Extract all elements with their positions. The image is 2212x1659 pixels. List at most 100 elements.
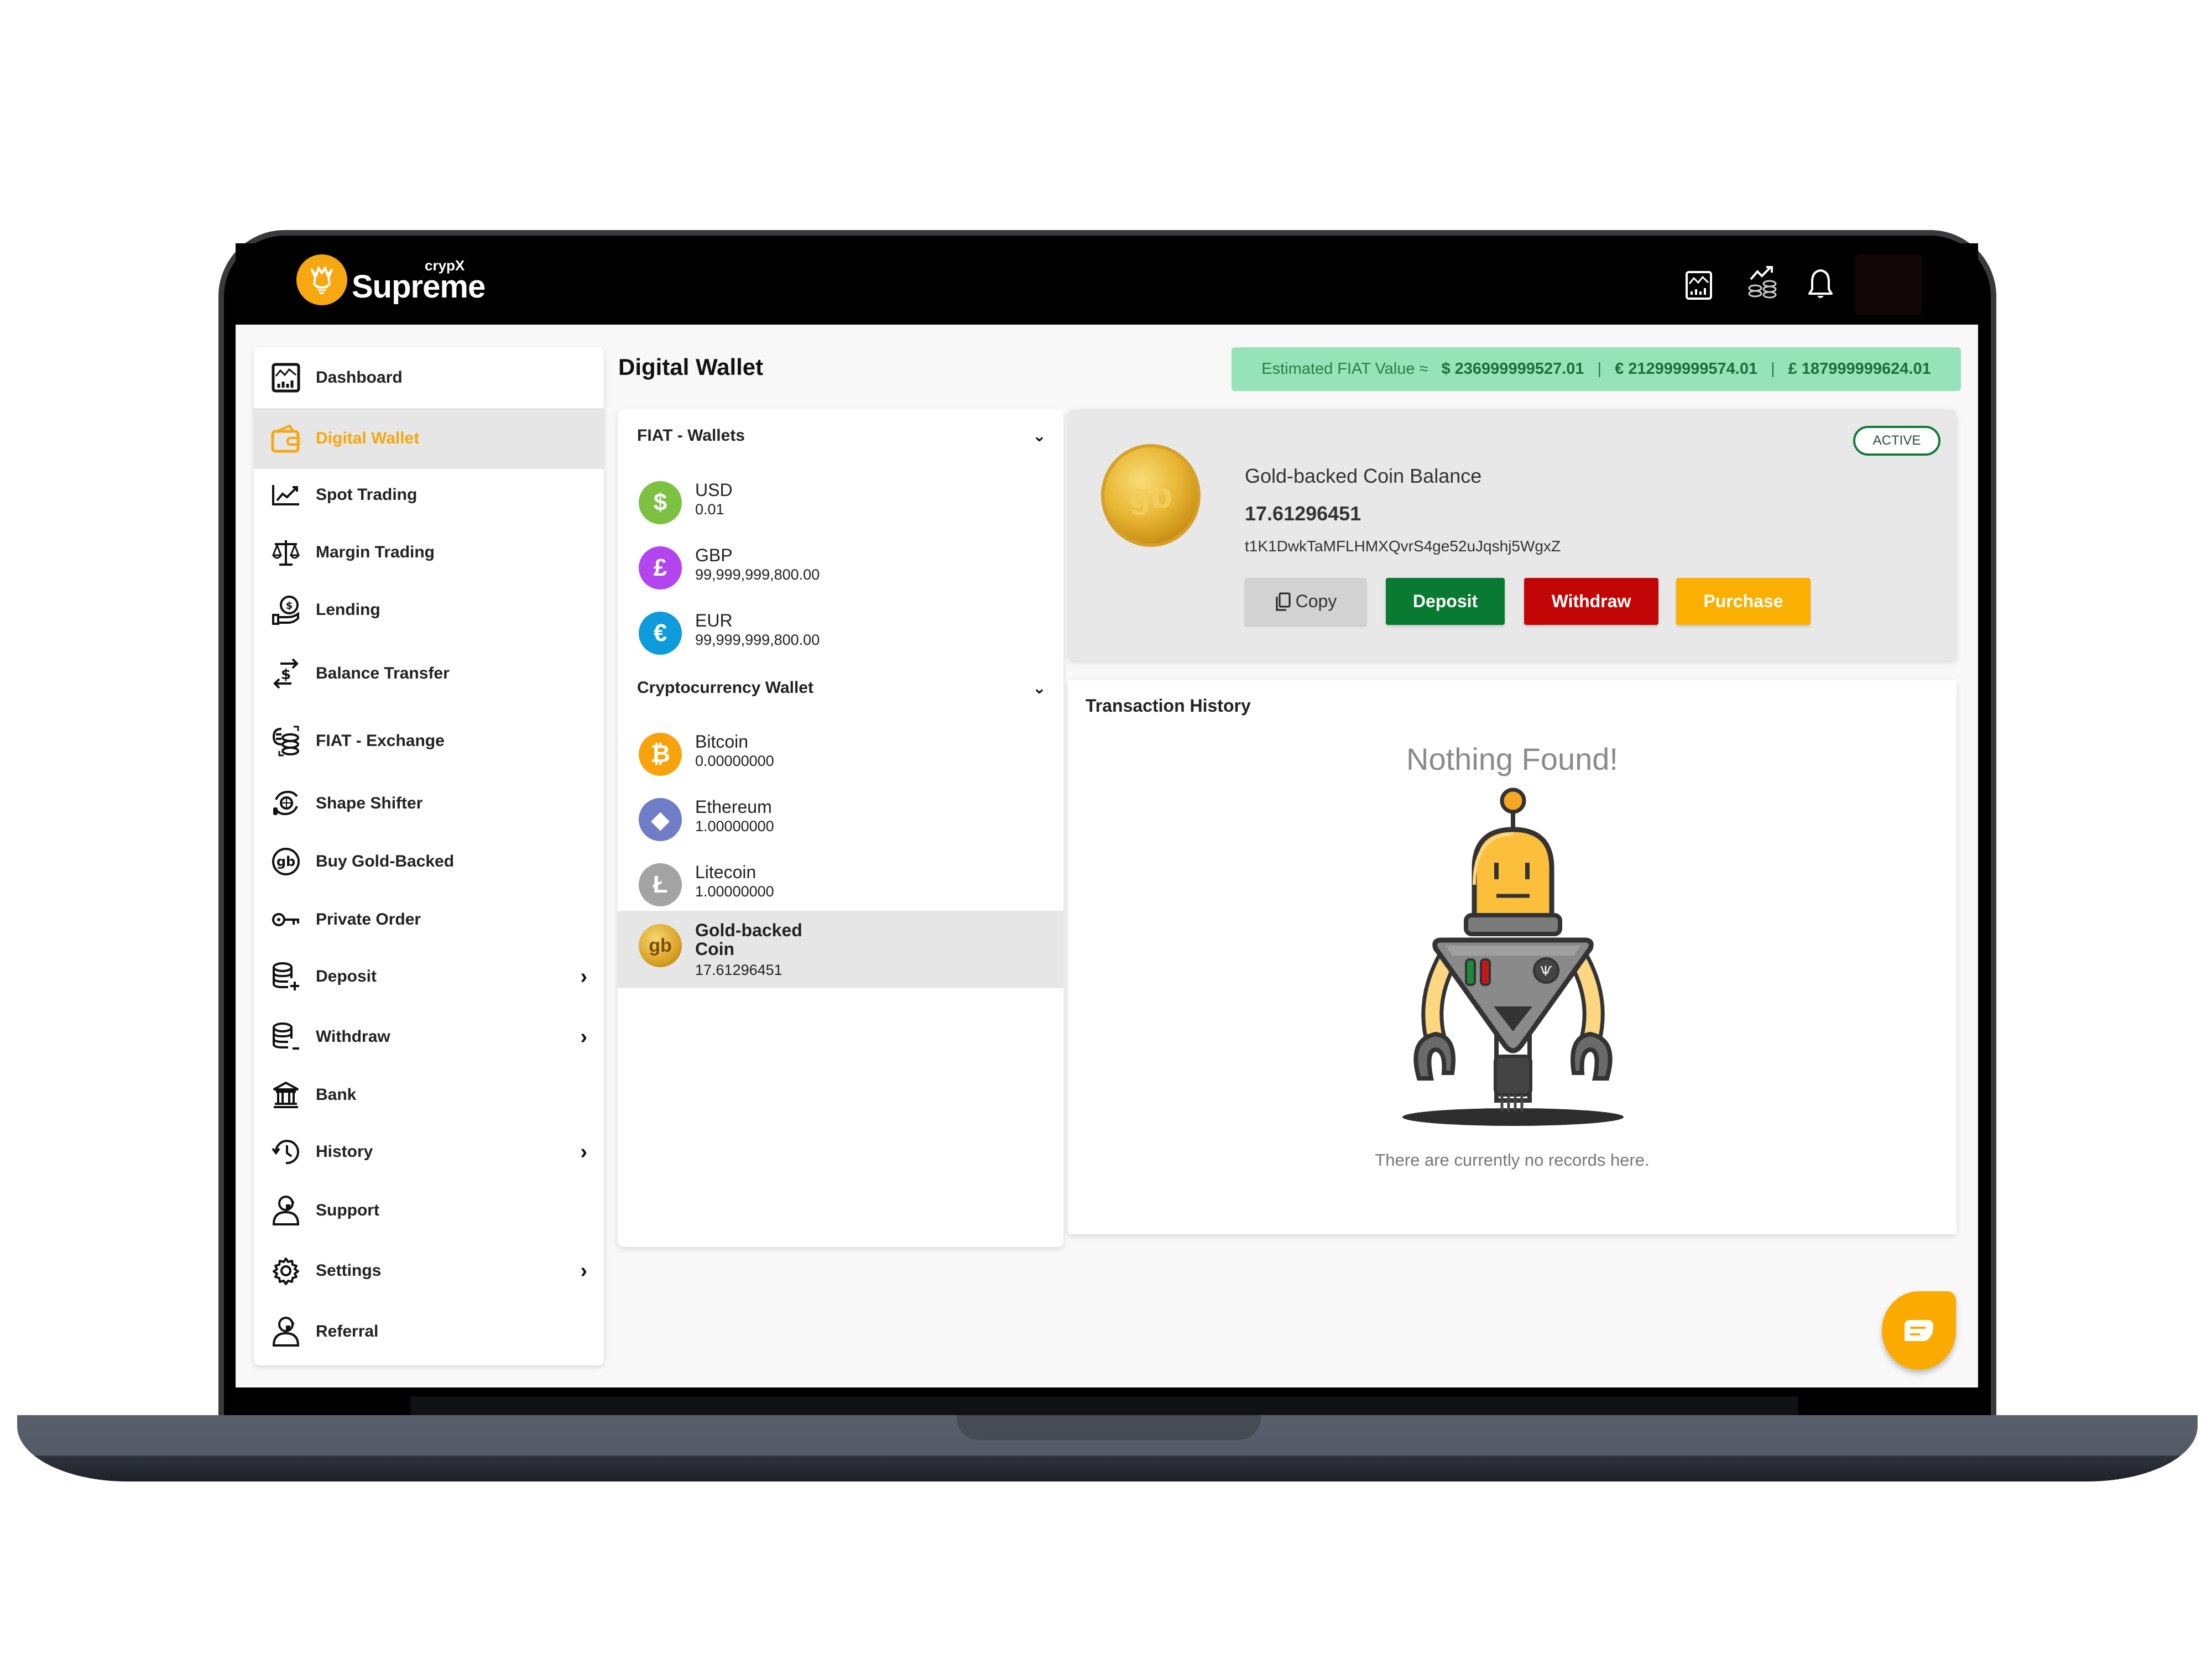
empty-state-message: There are currently no records here. xyxy=(1375,1150,1650,1170)
withdraw-button[interactable]: Withdraw xyxy=(1524,578,1658,625)
wallet-item-eur[interactable]: € EUR 99,999,999,800.00 xyxy=(618,601,1063,667)
fiat-wallets-title: FIAT - Wallets xyxy=(637,426,745,445)
sidebar-item-label: Buy Gold-Backed xyxy=(316,852,455,870)
sidebar-item-settings[interactable]: Settings › xyxy=(254,1240,604,1301)
wallet-item-ethereum[interactable]: ◆ Ethereum 1.00000000 xyxy=(618,787,1063,853)
bank-icon xyxy=(270,1079,301,1110)
crypto-wallets-title: Cryptocurrency Wallet xyxy=(637,679,813,697)
brand-name-big: Supreme xyxy=(352,269,486,305)
sidebar-item-label: FIAT - Exchange xyxy=(316,732,445,750)
brand-logo-icon[interactable] xyxy=(296,254,347,305)
wallet-balance: 0.01 xyxy=(695,501,724,518)
sidebar-item-label: Private Order xyxy=(316,910,421,928)
fiat-wallets-header[interactable]: FIAT - Wallets ⌄ xyxy=(637,419,1046,452)
gear-icon xyxy=(270,1255,301,1286)
fiat-value-eur: € 212999999574.01 xyxy=(1615,360,1758,378)
wallet-item-gbp[interactable]: £ GBP 99,999,999,800.00 xyxy=(618,535,1063,602)
transaction-history-title: Transaction History xyxy=(1086,696,1251,716)
coins-plus-icon xyxy=(270,961,301,992)
wallet-item-litecoin[interactable]: Ł Litecoin 1.00000000 xyxy=(618,852,1063,919)
crypto-wallets-header[interactable]: Cryptocurrency Wallet ⌄ xyxy=(637,671,1046,705)
sidebar-item-lending[interactable]: $ Lending xyxy=(254,580,604,640)
fiat-value-separator: | xyxy=(1597,360,1602,378)
empty-state-title: Nothing Found! xyxy=(1406,742,1618,776)
svg-text:Ѱ: Ѱ xyxy=(1541,963,1552,979)
chevron-right-icon[interactable]: › xyxy=(580,1140,587,1164)
sidebar-item-spot-trading[interactable]: Spot Trading xyxy=(254,465,604,525)
bitcoin-icon: ₿ xyxy=(639,733,682,776)
fiat-value-usd: $ 236999999527.01 xyxy=(1441,360,1584,378)
wallet-balance: 1.00000000 xyxy=(695,818,774,834)
sidebar-item-digital-wallet[interactable]: Digital Wallet xyxy=(254,408,604,469)
chevron-down-icon[interactable]: ⌄ xyxy=(1032,679,1046,698)
deposit-button[interactable]: Deposit xyxy=(1386,578,1505,625)
sidebar-item-buy-gold-backed[interactable]: gb Buy Gold-Backed xyxy=(254,831,604,892)
notification-bell-icon[interactable] xyxy=(1804,268,1837,301)
user-avatar[interactable] xyxy=(1855,254,1922,315)
copy-address-button[interactable]: Copy xyxy=(1245,578,1366,625)
chevron-right-icon[interactable]: › xyxy=(580,1259,587,1283)
dashboard-chart-icon xyxy=(270,362,301,393)
chevron-down-icon[interactable]: ⌄ xyxy=(1032,426,1046,446)
sidebar-nav: Dashboard Digital Wallet Spot Trading Ma… xyxy=(254,347,604,1365)
sidebar-item-deposit[interactable]: Deposit › xyxy=(254,946,604,1007)
wallet-item-usd[interactable]: $ USD 0.01 xyxy=(618,470,1063,536)
gbp-icon: £ xyxy=(639,546,682,589)
purchase-button[interactable]: Purchase xyxy=(1676,578,1811,625)
page-title: Digital Wallet xyxy=(618,354,764,380)
svg-text:$: $ xyxy=(281,666,291,683)
laptop-notch xyxy=(957,1415,1261,1440)
chevron-right-icon[interactable]: › xyxy=(580,1025,587,1049)
estimated-fiat-value-bar: Estimated FIAT Value ≈ $ 236999999527.01… xyxy=(1232,347,1961,391)
wallet-balance: 1.00000000 xyxy=(695,883,774,900)
history-icon xyxy=(270,1136,301,1167)
fiat-value-separator: | xyxy=(1771,360,1775,378)
sidebar-item-shape-shifter[interactable]: Shape Shifter xyxy=(254,773,604,834)
sidebar-item-withdraw[interactable]: Withdraw › xyxy=(254,1006,604,1067)
sidebar-item-label: History xyxy=(316,1142,373,1161)
hand-coin-icon: $ xyxy=(270,594,301,625)
globe-exchange-icon xyxy=(270,788,301,819)
sidebar-item-bank[interactable]: Bank xyxy=(254,1065,604,1125)
sidebar-item-label: Referral xyxy=(316,1322,379,1340)
sidebar-item-label: Digital Wallet xyxy=(316,429,420,447)
sidebar-item-label: Settings xyxy=(316,1261,382,1280)
wallet-address: t1K1DwkTaMFLHMXQvrS4ge52uJqshj5WgxZ xyxy=(1245,538,1561,555)
sidebar-item-label: Support xyxy=(316,1201,379,1219)
referral-user-icon xyxy=(270,1316,301,1347)
sidebar-item-balance-transfer[interactable]: $ Balance Transfer xyxy=(254,643,604,704)
sidebar-item-private-order[interactable]: Private Order xyxy=(254,889,604,950)
svg-text:$: $ xyxy=(286,600,293,612)
chat-button[interactable] xyxy=(1882,1291,1956,1370)
chevron-right-icon[interactable]: › xyxy=(580,965,587,989)
sidebar-item-support[interactable]: Support xyxy=(254,1180,604,1241)
sidebar-item-margin-trading[interactable]: Margin Trading xyxy=(254,522,604,583)
sidebar-item-dashboard[interactable]: Dashboard xyxy=(254,347,604,408)
wallet-name: Ethereum xyxy=(695,797,772,817)
sidebar-item-referral[interactable]: Referral xyxy=(254,1301,604,1362)
support-user-icon xyxy=(270,1195,301,1226)
sidebar-item-label: Bank xyxy=(316,1086,357,1104)
wallet-name: EUR xyxy=(695,611,733,630)
copy-label: Copy xyxy=(1295,591,1337,611)
top-header-bar xyxy=(236,243,1978,325)
svg-text:gb: gb xyxy=(276,854,295,869)
gold-coin-icon: gb xyxy=(270,846,301,877)
transaction-history-panel: Transaction History Nothing Found! Ѱ The… xyxy=(1068,680,1957,1234)
chat-bubble-icon xyxy=(1905,1320,1933,1341)
trading-coins-icon[interactable] xyxy=(1746,265,1780,299)
scales-icon xyxy=(270,537,301,568)
status-badge: ACTIVE xyxy=(1853,426,1940,456)
wallet-item-gold-backed-coin[interactable]: gb Gold-backed Coin 17.61296451 xyxy=(618,911,1063,988)
wallet-name: Litecoin xyxy=(695,862,757,882)
wallet-list-panel: FIAT - Wallets ⌄ $ USD 0.01 £ GBP 99,999… xyxy=(618,409,1063,1247)
wallet-balance: 99,999,999,800.00 xyxy=(695,632,820,648)
sidebar-item-fiat-exchange[interactable]: FIAT - Exchange xyxy=(254,711,604,771)
usd-icon: $ xyxy=(639,481,682,524)
sidebar-item-label: Shape Shifter xyxy=(316,794,423,812)
wallet-item-bitcoin[interactable]: ₿ Bitcoin 0.00000000 xyxy=(618,722,1063,788)
dashboard-chart-icon[interactable] xyxy=(1682,269,1715,302)
sidebar-item-label: Balance Transfer xyxy=(316,664,450,682)
sidebar-item-history[interactable]: History › xyxy=(254,1121,604,1182)
wallet-icon xyxy=(270,423,301,454)
